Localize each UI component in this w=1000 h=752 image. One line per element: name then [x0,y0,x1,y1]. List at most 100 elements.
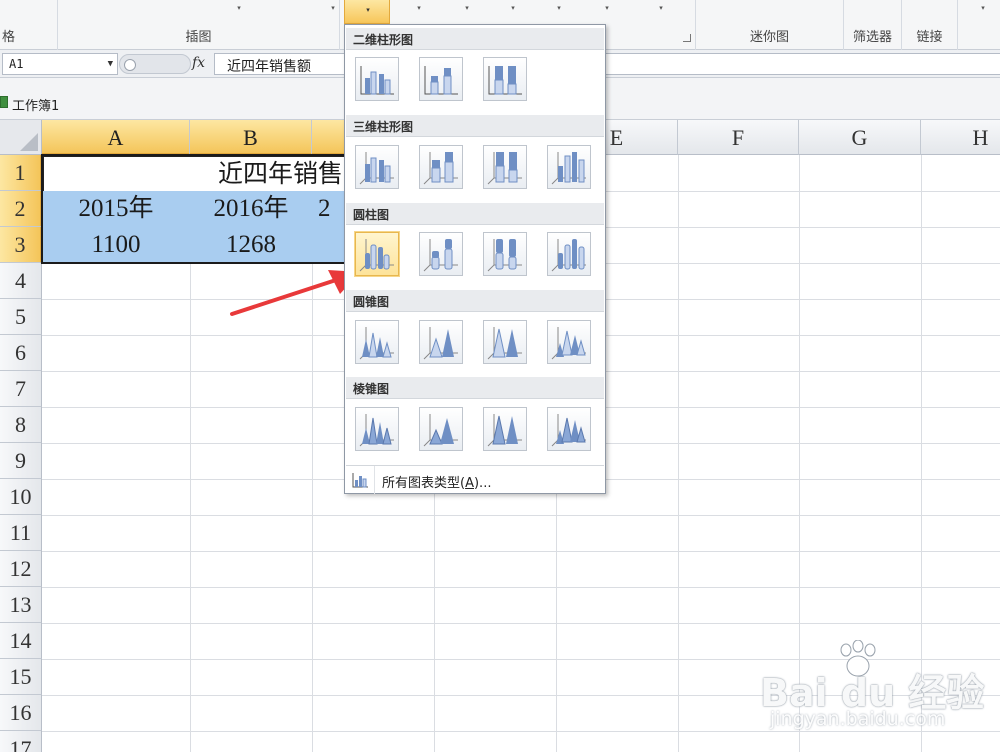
ribbon-group-filter: 筛选器 [844,0,902,50]
chevron-down-icon[interactable]: ▾ [656,4,666,12]
watermark-url-text: jingyan.baidu.com [770,708,946,730]
row-header-8[interactable]: 8 [0,407,42,443]
row-header-4[interactable]: 4 [0,263,42,299]
row-header-10[interactable]: 10 [0,479,42,515]
3d-percent-column-tile[interactable] [483,145,527,189]
percent-stacked-column-tile[interactable] [483,57,527,101]
percent-pyramid-tile[interactable] [483,407,527,451]
workbook-icon [0,96,8,108]
chevron-down-icon[interactable]: ▾ [554,4,564,12]
stacked-cone-tile[interactable] [419,320,463,364]
percent-pyramid-icon [487,414,522,447]
stacked-cylinder-tile[interactable] [419,232,463,276]
cell-a3[interactable]: 1100 [42,227,190,263]
ribbon-group-illustrations: ▾ ▾ 插图 [58,0,340,50]
chevron-down-icon[interactable]: ▾ [234,4,244,12]
3d-column-icon [551,152,586,185]
row-header-14[interactable]: 14 [0,623,42,659]
row-header-2[interactable]: 2 [0,191,42,227]
percent-stacked-column-icon [488,66,522,95]
ribbon-group-links: 链接 [902,0,958,50]
cell-c3[interactable] [312,227,344,263]
column-chart-button[interactable]: ▾ [344,0,390,24]
ribbon-group-tables: 格 [0,0,58,50]
chevron-down-icon[interactable]: ▾ [462,4,472,12]
3d-percent-column-icon [487,152,522,185]
clustered-cone-tile[interactable] [355,320,399,364]
column-header-h[interactable]: H [921,120,1000,155]
3d-cone-tile[interactable] [547,320,591,364]
chevron-down-icon: ▾ [366,6,370,14]
ribbon-group-more: ▾ [958,0,1000,50]
clustered-pyramid-tile[interactable] [355,407,399,451]
row-header-6[interactable]: 6 [0,335,42,371]
row-header-11[interactable]: 11 [0,515,42,551]
row-header-1[interactable]: 1 [0,155,42,191]
row-header-12[interactable]: 12 [0,551,42,587]
row-header-9[interactable]: 9 [0,443,42,479]
clustered-column-tile[interactable] [355,57,399,101]
cell-b2[interactable]: 2016年 [190,191,312,227]
percent-cylinder-tile[interactable] [483,232,527,276]
3d-cylinder-icon [551,239,586,272]
formula-input[interactable]: 近四年销售额 [214,53,1000,75]
stacked-pyramid-tile[interactable] [419,407,463,451]
section-2d-column: 二维柱形图 [346,28,604,50]
column-header-g[interactable]: G [799,120,921,155]
stacked-column-tile[interactable] [419,57,463,101]
chevron-down-icon[interactable]: ▾ [978,4,988,12]
chevron-down-icon[interactable]: ▾ [414,4,424,12]
row-header-5[interactable]: 5 [0,299,42,335]
gridline [42,587,1000,588]
dialog-launcher-icon[interactable] [683,34,691,42]
row-header-13[interactable]: 13 [0,587,42,623]
row-header-17[interactable]: 17 [0,731,42,752]
gridline [42,551,1000,552]
gridline [42,515,1000,516]
row-header-16[interactable]: 16 [0,695,42,731]
all-chart-types-item[interactable]: 所有图表类型(A)... [346,465,604,494]
stacked-pyramid-icon [423,414,458,447]
cell-a2[interactable]: 2015年 [42,191,190,227]
3d-stacked-column-icon [423,152,458,185]
insert-function-icon[interactable]: fx [192,55,205,71]
percent-cone-tile[interactable] [483,320,527,364]
cell-a1-title[interactable]: 近四年销售 [42,155,344,191]
section-3d-column: 三维柱形图 [346,115,604,137]
row-header-15[interactable]: 15 [0,659,42,695]
select-all-button[interactable] [0,120,42,155]
formula-bar-resizer[interactable] [119,54,191,74]
column-header-a[interactable]: A [42,120,190,155]
3d-column-tile[interactable] [547,145,591,189]
column-header-b[interactable]: B [190,120,312,155]
cell-c2[interactable]: 2 [312,191,344,227]
clustered-cylinder-tile[interactable] [355,232,399,276]
cell-b3[interactable]: 1268 [190,227,312,263]
name-box[interactable]: A1 ▼ [2,53,118,75]
clustered-cone-icon [359,327,394,360]
3d-stacked-column-tile[interactable] [419,145,463,189]
3d-cylinder-tile[interactable] [547,232,591,276]
ribbon-group-label: 链接 [916,30,943,45]
3d-pyramid-tile[interactable] [547,407,591,451]
chevron-down-icon[interactable]: ▾ [328,4,338,12]
column-chart-gallery: 二维柱形图 三维柱形图 圆柱图 圆锥图 棱锥图 所有图表类型(A)... [344,24,606,494]
chevron-down-icon[interactable]: ▾ [508,4,518,12]
3d-clustered-column-tile[interactable] [355,145,399,189]
ribbon-group-label: 格 [2,30,16,45]
ribbon-group-label: 筛选器 [852,30,892,45]
menu-separator [374,466,375,494]
chevron-down-icon[interactable]: ▾ [602,4,612,12]
stacked-cylinder-icon [423,239,458,272]
all-chart-types-label: 所有图表类型(A)... [382,476,492,491]
chevron-down-icon[interactable]: ▼ [108,59,113,69]
percent-cylinder-icon [487,239,522,272]
column-header-f[interactable]: F [678,120,799,155]
baidu-jingyan-watermark: Bai du 经验 jingyan.baidu.com [760,640,1000,752]
stacked-cone-icon [423,327,458,360]
percent-cone-icon [487,327,522,360]
ribbon-group-label: 插图 [185,30,212,45]
row-header-7[interactable]: 7 [0,371,42,407]
title-text: 近四年销售 [218,161,344,188]
row-header-3[interactable]: 3 [0,227,42,263]
